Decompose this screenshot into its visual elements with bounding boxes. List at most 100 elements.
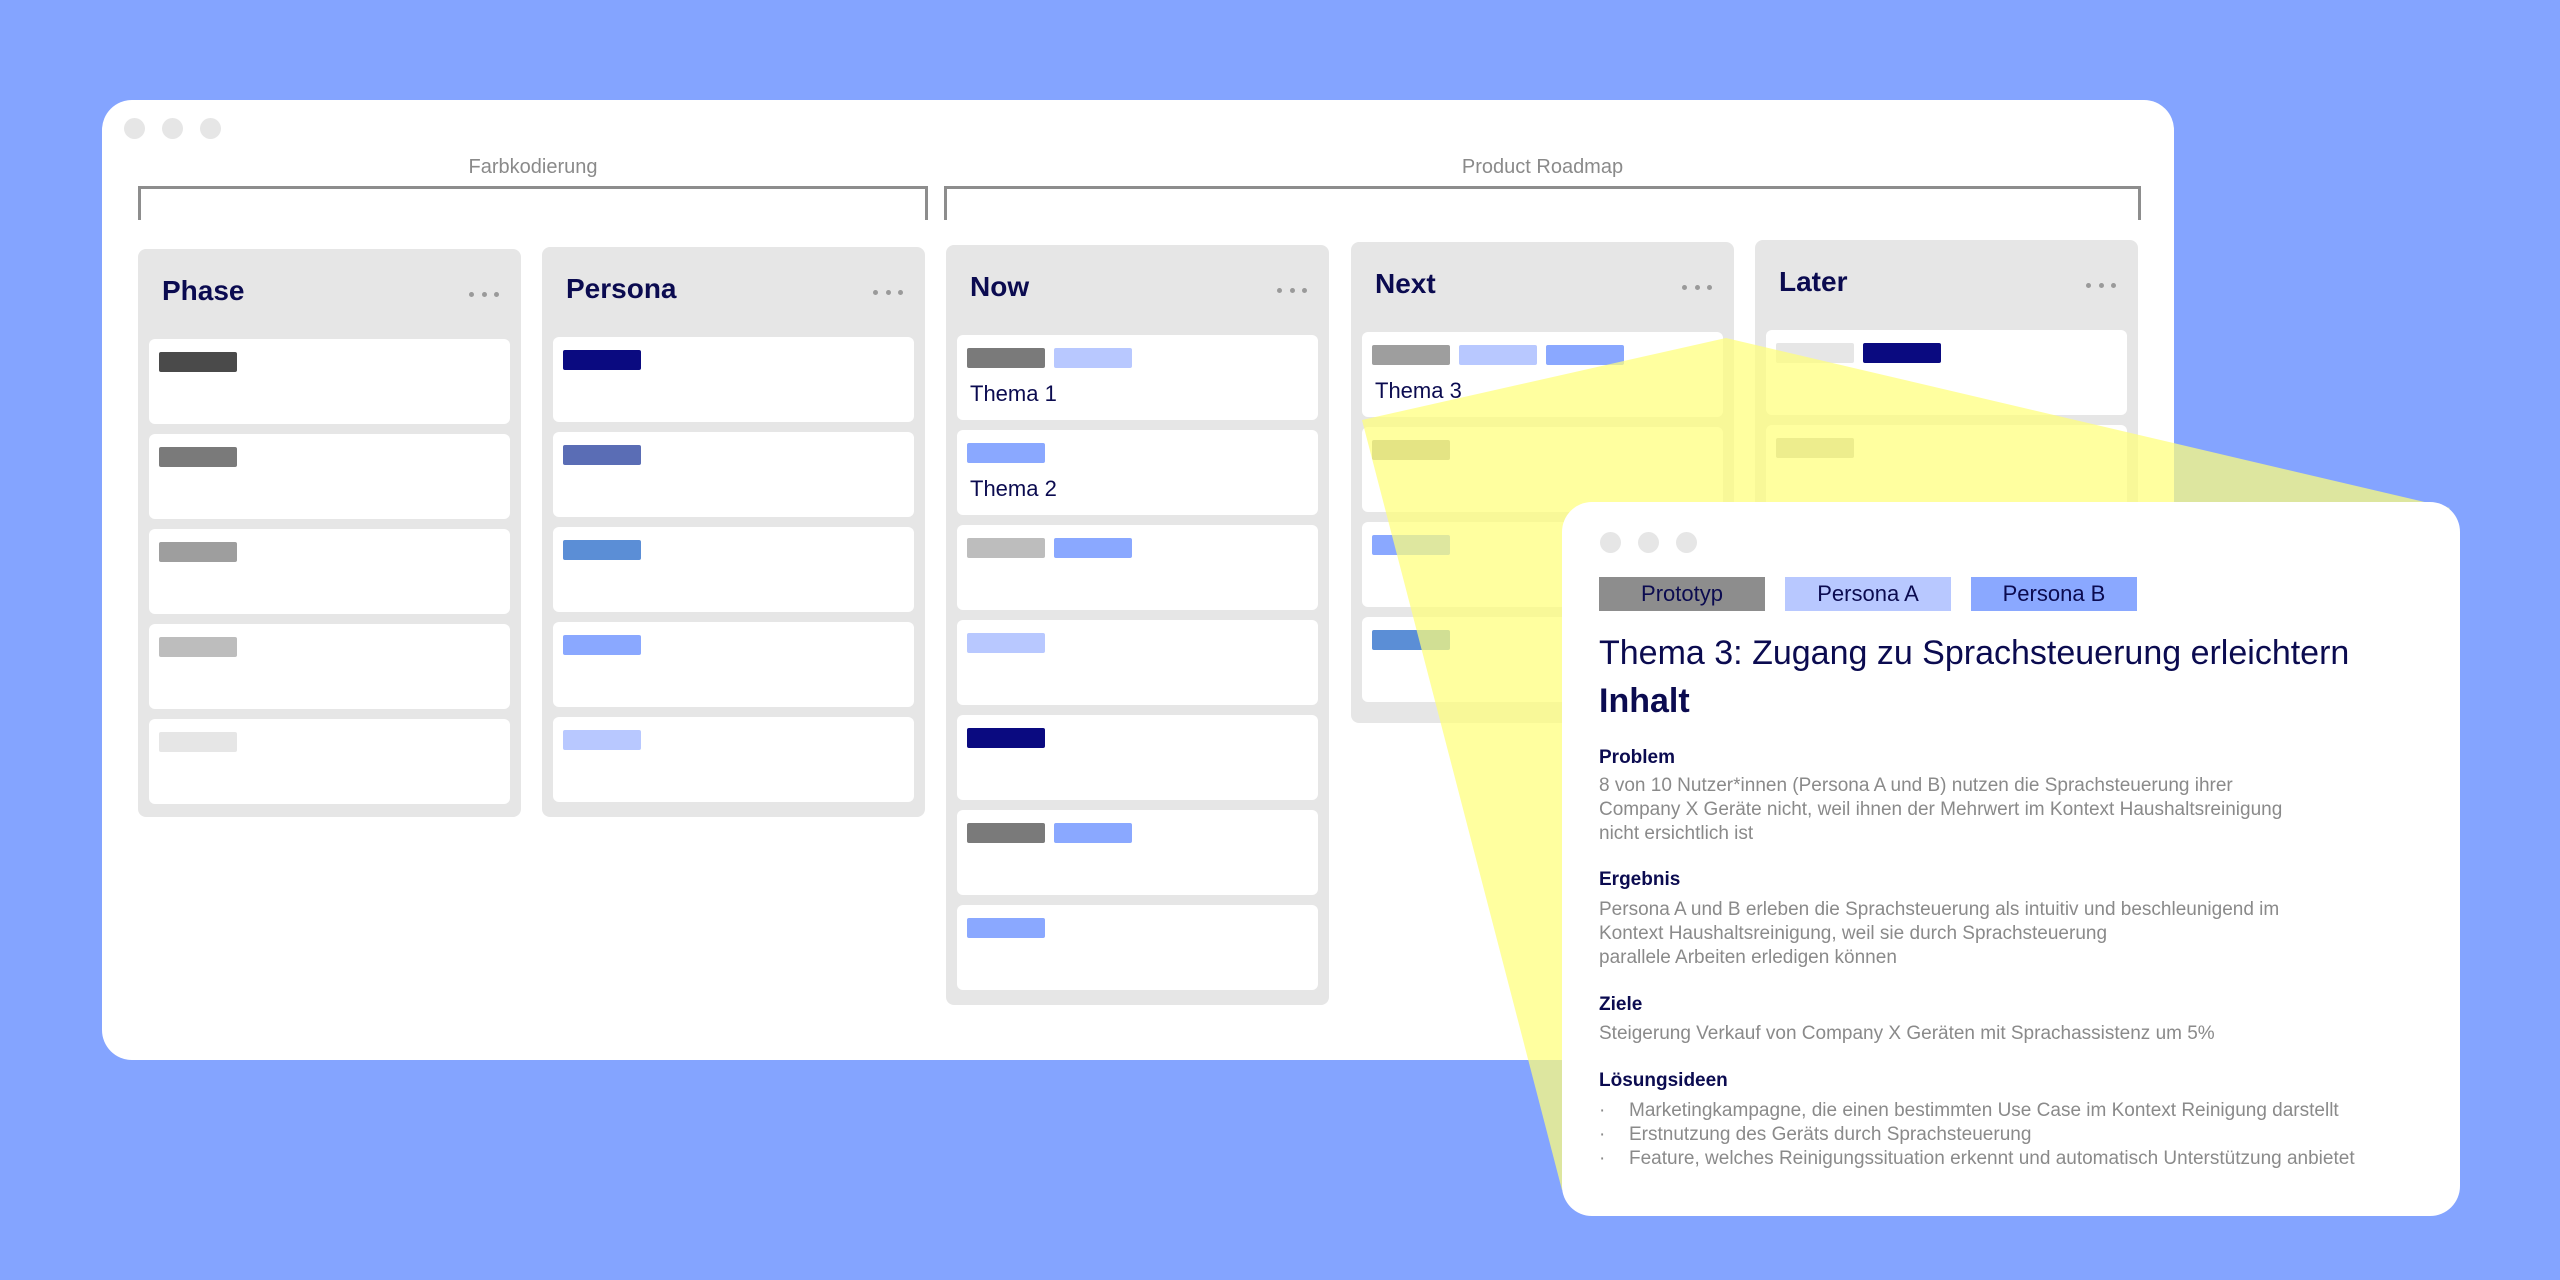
bullet-mark: · [1599, 1100, 1606, 1121]
color-tag [1054, 538, 1132, 558]
minimize-dot[interactable] [1638, 532, 1659, 553]
card-tags [1776, 438, 1854, 458]
color-tag [159, 542, 237, 562]
ziele-line: Steigerung Verkauf von Company X Geräten… [1599, 1023, 2215, 1044]
bullet-text: Feature, welches Reinigungssituation erk… [1629, 1148, 2355, 1169]
card-title: Thema 2 [970, 476, 1057, 501]
ziele-heading: Ziele [1599, 994, 1643, 1015]
roadmap-card[interactable] [957, 620, 1318, 705]
card-tags [563, 540, 641, 560]
color-tag [563, 635, 641, 655]
color-tag [1776, 438, 1854, 458]
column-persona: Persona [542, 247, 925, 817]
card-tags [159, 637, 237, 657]
roadmap-card[interactable] [553, 432, 914, 517]
color-tag [967, 728, 1045, 748]
roadmap-card[interactable] [149, 434, 510, 519]
color-tag [563, 730, 641, 750]
bullet-text: Erstnutzung des Geräts durch Sprachsteue… [1629, 1124, 2032, 1145]
more-options-icon[interactable] [1682, 284, 1712, 290]
color-tag [159, 732, 237, 752]
ergebnis-heading: Ergebnis [1599, 869, 1681, 890]
roadmap-card[interactable] [149, 624, 510, 709]
color-tag [967, 823, 1045, 843]
card-tags [563, 350, 641, 370]
tag-prototyp[interactable]: Prototyp [1599, 577, 1765, 611]
more-options-icon[interactable] [469, 291, 499, 297]
color-tag [967, 538, 1045, 558]
detail-title: Thema 3: Zugang zu Sprachsteuerung erlei… [1599, 634, 2350, 672]
color-tag [1372, 630, 1450, 650]
loesungsideen-item: · Marketingkampagne, die einen bestimmten… [1599, 1100, 2339, 1122]
card-tags [967, 728, 1045, 748]
close-dot[interactable] [1600, 532, 1621, 553]
card-tags [159, 732, 237, 752]
maximize-dot[interactable] [200, 118, 221, 139]
card-tags [967, 633, 1045, 653]
column-title: Now [970, 271, 1030, 302]
ergebnis-line: parallele Arbeiten erledigen können [1599, 947, 1897, 968]
tag-persona-a[interactable]: Persona A [1785, 577, 1951, 611]
column-title: Phase [162, 275, 245, 306]
window-controls [1600, 532, 1697, 553]
problem-text: 8 von 10 Nutzer*innen (Persona A und B) … [1599, 774, 2379, 846]
problem-line: nicht ersichtlich ist [1599, 823, 1754, 844]
detail-subtitle: Inhalt [1599, 682, 1690, 720]
color-tag [1054, 823, 1132, 843]
card-tags [1776, 343, 1941, 363]
more-options-icon[interactable] [2086, 282, 2116, 288]
column-now: Now Thema 1 Thema 2 [946, 245, 1329, 1005]
roadmap-card[interactable] [553, 337, 914, 422]
color-tag [1863, 343, 1941, 363]
tag-persona-b[interactable]: Persona B [1971, 577, 2137, 611]
roadmap-card[interactable] [553, 622, 914, 707]
ergebnis-line: Kontext Haushaltsreinigung, weil sie dur… [1599, 923, 2108, 944]
card-tags [1372, 630, 1450, 650]
roadmap-card[interactable] [149, 529, 510, 614]
ergebnis-text: Persona A und B erleben die Sprachsteuer… [1599, 898, 2379, 970]
color-tag [563, 445, 641, 465]
roadmap-card[interactable] [1766, 425, 2127, 510]
color-tag [967, 633, 1045, 653]
loesungsideen-item: · Feature, welches Reinigungssituation er… [1599, 1148, 2355, 1170]
bullet-text: Marketingkampagne, die einen bestimmten … [1629, 1100, 2339, 1121]
group-label-farbkodierung: Farbkodierung [468, 156, 598, 178]
card-tags [159, 352, 237, 372]
color-tag [159, 447, 237, 467]
roadmap-card[interactable] [149, 339, 510, 424]
roadmap-card[interactable] [957, 810, 1318, 895]
bracket-product-roadmap [944, 186, 2141, 220]
minimize-dot[interactable] [162, 118, 183, 139]
loesungsideen-item: · Erstnutzung des Geräts durch Sprachsteu… [1599, 1124, 2031, 1146]
roadmap-card[interactable]: Thema 3 [1362, 332, 1723, 417]
roadmap-card[interactable] [1362, 427, 1723, 512]
card-tags [159, 542, 237, 562]
roadmap-card[interactable] [1766, 330, 2127, 415]
bracket-farbkodierung [138, 186, 928, 220]
column-title: Persona [566, 273, 677, 304]
color-tag [1546, 345, 1624, 365]
roadmap-card[interactable] [957, 525, 1318, 610]
roadmap-card[interactable] [553, 717, 914, 802]
color-tag [1459, 345, 1537, 365]
roadmap-card[interactable] [553, 527, 914, 612]
close-dot[interactable] [124, 118, 145, 139]
color-tag [967, 348, 1045, 368]
roadmap-card[interactable] [957, 715, 1318, 800]
window-controls [124, 118, 221, 139]
roadmap-card[interactable] [149, 719, 510, 804]
roadmap-card[interactable]: Thema 1 [957, 335, 1318, 420]
card-tags [967, 823, 1132, 843]
color-tag [1372, 440, 1450, 460]
column-phase: Phase [138, 249, 521, 817]
card-title: Thema 3 [1375, 378, 1462, 403]
problem-line: 8 von 10 Nutzer*innen (Persona A und B) … [1599, 775, 2233, 796]
more-options-icon[interactable] [873, 289, 903, 295]
maximize-dot[interactable] [1676, 532, 1697, 553]
color-tag [1776, 343, 1854, 363]
roadmap-card[interactable] [957, 905, 1318, 990]
ergebnis-line: Persona A und B erleben die Sprachsteuer… [1599, 899, 2280, 920]
color-tag [563, 350, 641, 370]
more-options-icon[interactable] [1277, 287, 1307, 293]
roadmap-card[interactable]: Thema 2 [957, 430, 1318, 515]
